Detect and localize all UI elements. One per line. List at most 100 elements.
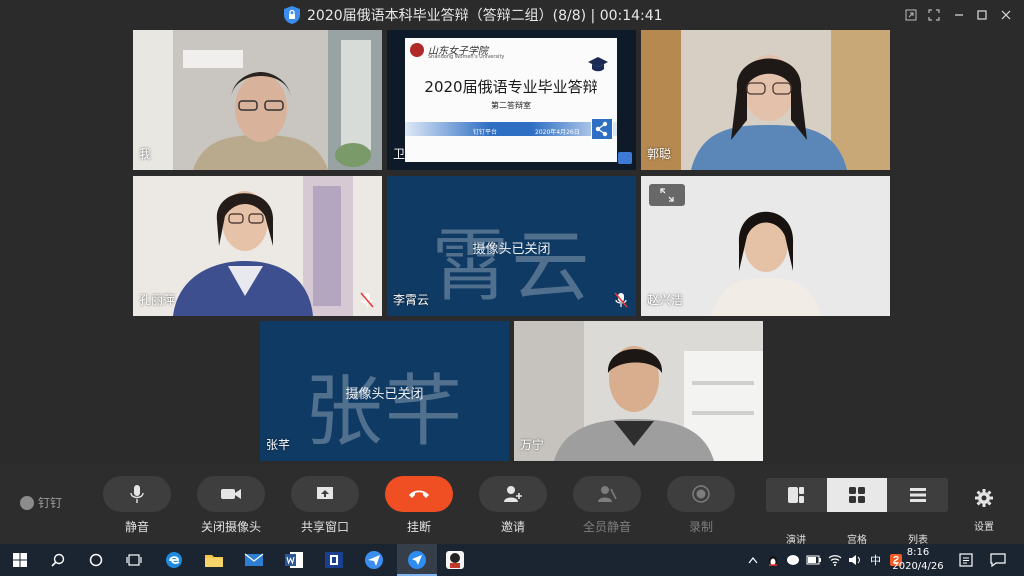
participant-name: 我 — [139, 147, 152, 161]
call-toolbar: 钉钉 静音 关闭摄像头 共享窗口 挂断 邀请 全员静音 录制 演讲 宫格 列表 … — [0, 464, 1024, 546]
video-tile-zhang[interactable]: 张芊 摄像头已关闭 张芊 — [260, 321, 509, 461]
mic-muted-icon — [360, 292, 374, 308]
slide-banner — [405, 122, 617, 136]
slide-school-en: Shandong Women's University — [428, 54, 505, 60]
mute-all-label: 全员静音 — [582, 520, 631, 534]
pin-icon[interactable] — [902, 6, 920, 24]
camera-toggle-label: 关闭摄像头 — [200, 520, 261, 534]
participant-name: 孔丽萍 — [139, 293, 176, 307]
dingtalk-logo-icon — [20, 495, 34, 510]
mail-icon[interactable] — [242, 548, 266, 572]
settings-label: 设置 — [974, 522, 994, 533]
notes-icon[interactable] — [954, 548, 978, 572]
camera-feed-image — [641, 30, 890, 170]
qq-penguin-icon[interactable] — [766, 553, 780, 567]
slide-platform: 钉钉平台 — [473, 129, 498, 136]
clock-time: 8:16 — [906, 547, 930, 558]
video-tile-zhao[interactable]: 赵兴洁 — [641, 176, 890, 316]
dingtalk-taskbar-icon[interactable] — [405, 548, 429, 572]
video-tile-kong[interactable]: 孔丽萍 — [133, 176, 382, 316]
wechat-icon[interactable] — [786, 553, 800, 567]
camera-off-label: 摄像头已关闭 — [472, 242, 551, 257]
participant-name: 卫 — [393, 147, 406, 161]
video-tile-wan[interactable]: 万宁 — [514, 321, 763, 461]
file-explorer-icon[interactable] — [202, 548, 226, 572]
video-camera-icon — [221, 489, 241, 499]
hangup-button[interactable] — [385, 476, 453, 512]
clock-date: 2020/4/26 — [892, 561, 944, 572]
grid-view-button[interactable] — [827, 478, 887, 512]
app-window: 2020届俄语本科毕业答辩（答辩二组）(8/8) | 00:14:41 我 山东… — [0, 0, 1024, 576]
chevron-up-icon[interactable] — [748, 556, 758, 564]
participant-name: 张芊 — [266, 438, 291, 452]
shield-icon — [284, 6, 300, 24]
speaker-view-button[interactable] — [766, 478, 826, 512]
share-window-button[interactable] — [291, 476, 359, 512]
record-label: 录制 — [688, 520, 713, 534]
slide-title: 2020届俄语专业毕业答辩 — [424, 78, 598, 96]
participant-name: 万宁 — [520, 438, 545, 452]
mic-muted-icon — [614, 292, 628, 308]
system-tray: 中 — [748, 553, 903, 567]
video-tile-li[interactable]: 霄云 摄像头已关闭 李霄云 — [387, 176, 636, 316]
battery-icon[interactable] — [806, 554, 822, 566]
slide-date: 2020年4月26日 — [535, 129, 580, 136]
mute-all-icon — [598, 486, 617, 502]
avatar-app-icon[interactable] — [443, 548, 467, 572]
participant-name: 赵兴洁 — [647, 293, 684, 307]
participant-name: 李霄云 — [393, 293, 430, 307]
participant-name: 郭聪 — [647, 147, 672, 161]
ime-indicator[interactable]: 中 — [870, 552, 881, 568]
phone-hangup-icon — [409, 490, 429, 498]
paper-plane-app-icon[interactable] — [362, 548, 386, 572]
task-view-icon[interactable] — [122, 548, 146, 572]
camera-toggle-button[interactable] — [197, 476, 265, 512]
school-logo-icon — [410, 42, 424, 57]
os-taskbar: 中 8:16 2020/4/26 — [0, 544, 1024, 576]
mute-all-button[interactable] — [573, 476, 641, 512]
hangup-label: 挂断 — [406, 520, 431, 534]
word-icon[interactable] — [282, 548, 306, 572]
video-tile-me[interactable]: 我 — [133, 30, 382, 170]
mute-button[interactable] — [103, 476, 171, 512]
camera-feed-image — [133, 30, 382, 170]
add-user-icon — [504, 486, 522, 502]
speaker-layout-icon — [788, 487, 804, 503]
avatar-text: 张芊 — [304, 367, 465, 457]
notification-icon[interactable] — [986, 548, 1010, 572]
share-window-label: 共享窗口 — [300, 520, 349, 534]
maximize-icon[interactable] — [973, 6, 991, 24]
search-icon[interactable] — [46, 548, 70, 572]
shared-slide: 山东女子学院 Shandong Women's University 2020届… — [405, 38, 617, 162]
windows-start-icon[interactable] — [8, 548, 32, 572]
slide-subtitle: 第二答辩室 — [491, 101, 531, 110]
fullscreen-icon[interactable] — [925, 6, 943, 24]
gear-icon[interactable] — [974, 488, 994, 508]
graduation-cap-icon — [588, 57, 608, 72]
share-screen-icon — [317, 487, 333, 499]
minimize-icon[interactable] — [950, 6, 968, 24]
record-icon — [692, 485, 710, 503]
window-title: 2020届俄语本科毕业答辩（答辩二组）(8/8) | 00:14:41 — [307, 8, 663, 24]
cortana-icon[interactable] — [84, 548, 108, 572]
video-grid: 我 山东女子学院 Shandong Women's University 202… — [0, 30, 1024, 464]
invite-button[interactable] — [479, 476, 547, 512]
video-tile-screen-share[interactable]: 山东女子学院 Shandong Women's University 2020届… — [387, 30, 636, 170]
video-tile-guo[interactable]: 郭聪 — [641, 30, 890, 170]
share-icon[interactable] — [591, 118, 613, 140]
record-button[interactable] — [667, 476, 735, 512]
expand-icon[interactable] — [649, 184, 685, 206]
list-layout-icon — [910, 488, 926, 502]
list-view-button[interactable] — [888, 478, 948, 512]
wifi-icon[interactable] — [828, 554, 842, 566]
grid-layout-icon — [849, 487, 865, 503]
taskbar-clock[interactable]: 8:16 2020/4/26 — [890, 546, 946, 574]
brand: 钉钉 — [20, 494, 62, 511]
volume-icon[interactable] — [848, 554, 862, 566]
edge-browser-icon[interactable] — [162, 548, 186, 572]
title-bar: 2020届俄语本科毕业答辩（答辩二组）(8/8) | 00:14:41 — [0, 0, 1024, 30]
camera-feed-image — [514, 321, 763, 461]
close-icon[interactable] — [997, 6, 1015, 24]
app-icon-blue[interactable] — [322, 548, 346, 572]
microphone-icon — [130, 485, 144, 503]
